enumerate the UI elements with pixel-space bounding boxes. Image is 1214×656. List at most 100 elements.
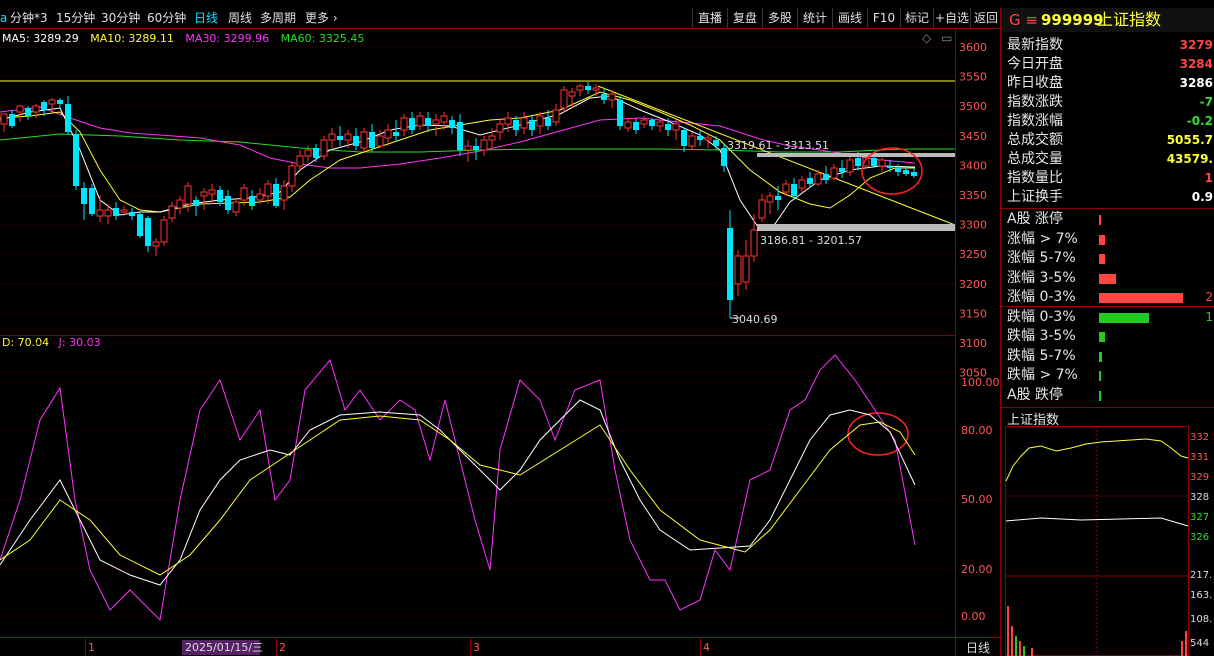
candle-body-up [416,115,424,127]
mini-intraday-chart[interactable]: 332 331 329 328 327 326 217. 163. 108. 544 [1001,426,1214,656]
quote-value: 3284 [1179,57,1213,71]
candle-body-down [713,140,719,146]
price-tick: 3500 [959,100,987,113]
quote-label: 指数量比 [1007,170,1063,186]
distribution-bar [1099,215,1102,225]
candle-body-down [65,104,71,132]
quote-row: 上证换手 0.9 [1007,188,1213,207]
candle-body-up [568,91,576,97]
candle-body-down [545,118,551,126]
time-marker-3: 3 [473,641,480,654]
candle-body-up [240,187,248,201]
distribution-bar [1099,371,1101,381]
dist-divider [1001,306,1214,307]
candle-body-up [208,189,216,195]
candle-body-up [440,115,448,123]
candle-body-up [104,209,112,217]
distribution-row: 跌幅 0-3% 1 [1007,308,1213,327]
distribution-row: 涨幅 > 7% [1007,230,1213,249]
candle-body-up [640,119,648,125]
candle-body-up [750,229,758,257]
candle-body-down [839,168,845,172]
candle-body-down [193,200,199,206]
candle-body-down [313,148,319,158]
mini-axis-tick: 217. [1190,570,1212,581]
quote-label: 总成交量 [1007,151,1063,167]
candle-body-down [449,120,455,128]
candle-body-down [697,136,703,140]
upper-zone-box[interactable] [757,153,955,157]
quote-row: 最新指数 3279 [1007,36,1213,55]
price-tick: 3350 [959,189,987,202]
distribution-row: 跌幅 5-7% [1007,347,1213,366]
distribution-label: A股 涨停 [1007,211,1064,227]
grid-lines [0,46,955,617]
candle-body-up [656,121,664,127]
distribution-count: 2 [1205,290,1213,304]
candle-body-up [16,105,24,113]
quote-name: 上证指数 [1097,10,1162,29]
distribution-label: 涨幅 0-3% [1007,289,1076,305]
main-chart[interactable]: 3600355035003450340033503300325032003150… [0,0,1000,656]
candle-body-up [576,85,584,91]
candle-body-down [665,124,671,130]
candle-body-up [32,105,40,113]
kdj-d-line [0,415,916,576]
mini-axis-tick: 331 [1190,452,1209,463]
quote-row: 总成交额 5055.7 [1007,131,1213,150]
candle-body-down [529,120,535,130]
mini-frame [1005,426,1189,656]
distribution-row: 涨幅 0-3% 2 [1007,288,1213,307]
quote-row: 总成交量 43579. [1007,150,1213,169]
period-tab-daily[interactable]: 日线 [966,641,990,655]
quote-label: 总成交额 [1007,132,1063,148]
candle-body-up [560,89,568,109]
candle-body-up [488,135,496,141]
candle-body-down [369,132,375,148]
mini-axis-tick: 326 [1190,532,1209,543]
candle-body-up [344,133,352,141]
quote-value: 1 [1204,171,1213,185]
candle-body-up [814,173,822,185]
quote-row: 今日开盘 3284 [1007,55,1213,74]
quote-code: 999999 [1041,11,1104,29]
candle-body-up [232,201,240,213]
candle-body-up [360,131,368,149]
candle-body-down [617,100,623,126]
upper-zone-label: 3319.61 - 3313.51 [727,139,829,152]
candle-body-up [0,113,8,125]
candle-body-up [830,167,838,179]
candle-body-up [464,145,472,151]
distribution-bar [1099,390,1101,401]
mini-axis-tick: 329 [1190,472,1209,483]
kdj-tick: 100.00 [961,376,1000,389]
candle-body-up [176,199,184,209]
quote-row: 指数涨幅 -0.2 [1007,112,1213,131]
candle-body-down [249,196,255,206]
kdj-tick: 20.00 [961,563,993,576]
candle-body-up [552,109,560,123]
candle-body-down [145,218,151,246]
candle-body-up [672,123,680,131]
distribution-bar [1099,254,1105,264]
quote-prefix: G ≡ [1009,11,1038,29]
candle-body-up [304,149,312,157]
candle-body-up [624,121,632,129]
candle-body-up [608,93,616,101]
candle-body-up [376,135,384,147]
candle-body-down [41,102,47,110]
lower-zone-box[interactable] [757,224,955,231]
mini-axis-tick: 163. [1190,590,1212,601]
price-tick: 3550 [959,71,987,84]
candle-body-up [288,165,296,187]
candle-body-up [766,195,774,203]
time-marker-2: 2 [279,641,286,654]
quote-value: 3279 [1179,38,1213,52]
kdj-k-line [0,399,916,586]
price-tick: 3200 [959,278,987,291]
distribution-label: 跌幅 3-5% [1007,328,1076,344]
distribution-label: A股 跌停 [1007,386,1064,403]
candle-body-down [409,118,415,130]
candle-body-down [273,184,279,206]
candle-body-down [393,132,399,136]
